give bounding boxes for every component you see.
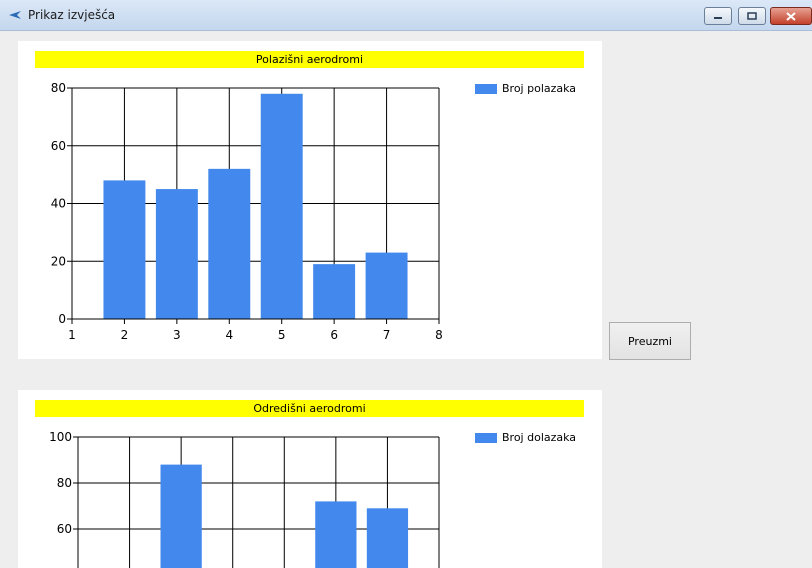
bar — [315, 501, 357, 568]
download-button[interactable]: Preuzmi — [609, 322, 691, 360]
y-tick-label: 100 — [49, 430, 72, 444]
y-tick-label: 60 — [57, 522, 72, 536]
y-tick-label: 80 — [57, 476, 72, 490]
bar — [366, 508, 409, 568]
bar — [160, 464, 202, 568]
arrivals-chart: 60 80 100 — [49, 430, 440, 568]
